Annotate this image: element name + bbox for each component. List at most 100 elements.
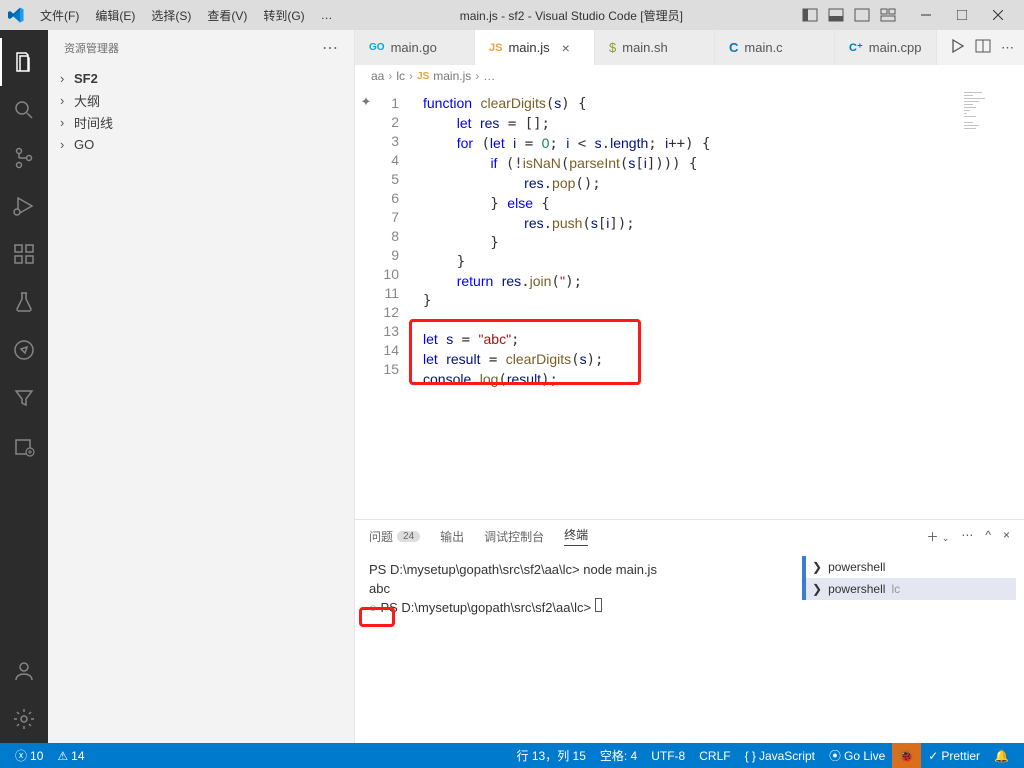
account-icon[interactable]	[0, 647, 48, 695]
breadcrumb-seg[interactable]: main.js	[433, 69, 471, 83]
go-file-icon: GO	[369, 42, 385, 53]
sidebar-title: 资源管理器	[64, 40, 119, 56]
terminal-session[interactable]: ❯ powershell lc	[802, 578, 1016, 600]
maximize-button[interactable]	[944, 1, 980, 29]
terminal[interactable]: PS D:\mysetup\gopath\src\sf2\aa\lc> node…	[355, 552, 794, 743]
status-warnings[interactable]: ⚠14	[50, 749, 91, 763]
menu-view[interactable]: 查看(V)	[199, 7, 255, 24]
tab-main-go[interactable]: GOmain.go	[355, 30, 475, 65]
tree-item-outline[interactable]: ›大纲	[48, 89, 354, 111]
powershell-icon: ❯	[812, 582, 822, 596]
extensions-icon[interactable]	[0, 230, 48, 278]
tab-main-js[interactable]: JSmain.js×	[475, 30, 595, 65]
compass-icon[interactable]	[0, 326, 48, 374]
chevron-right-icon: ›	[60, 71, 74, 86]
run-file-icon[interactable]	[949, 38, 965, 57]
panel-tab-output[interactable]: 输出	[440, 528, 464, 545]
code-content[interactable]: function clearDigits(s) { let res = []; …	[417, 87, 1024, 519]
menu-select[interactable]: 选择(S)	[143, 7, 199, 24]
editor-tabs: GOmain.go JSmain.js× $main.sh Cmain.c C⁺…	[355, 30, 1024, 65]
status-eol[interactable]: CRLF	[692, 743, 737, 768]
settings-gear-icon[interactable]	[0, 695, 48, 743]
code-editor[interactable]: ✦ 123456789101112131415 function clearDi…	[355, 87, 1024, 519]
terminal-session[interactable]: ❯ powershell	[802, 556, 1016, 578]
run-debug-icon[interactable]	[0, 182, 48, 230]
status-bell-icon[interactable]: 🔔	[987, 743, 1016, 768]
status-language[interactable]: { }JavaScript	[738, 743, 822, 768]
tab-main-cpp[interactable]: C⁺main.cpp	[835, 30, 937, 65]
new-terminal-icon[interactable]: ＋ ⌄	[926, 528, 949, 545]
layout-icons	[802, 7, 896, 23]
breadcrumb-seg[interactable]: lc	[396, 69, 405, 83]
status-prettier[interactable]: ✓Prettier	[921, 743, 987, 768]
source-control-icon[interactable]	[0, 134, 48, 182]
explorer-sidebar: 资源管理器 ⋯ ›SF2 ›大纲 ›时间线 ›GO	[48, 30, 355, 743]
c-file-icon: C	[729, 40, 738, 55]
bottom-panel: 问题24 输出 调试控制台 终端 ＋ ⌄ ⋯ ^ × PS D:\mysetup…	[355, 519, 1024, 743]
cpp-file-icon: C⁺	[849, 41, 863, 54]
panel-maximize-icon[interactable]: ^	[985, 528, 991, 545]
status-errors[interactable]: ⓧ10	[8, 747, 50, 764]
status-encoding[interactable]: UTF-8	[644, 743, 692, 768]
customize-layout-icon[interactable]	[880, 7, 896, 23]
tab-main-c[interactable]: Cmain.c	[715, 30, 835, 65]
sidebar-header: 资源管理器 ⋯	[48, 30, 354, 65]
status-cursor-pos[interactable]: 行 13，列 15	[510, 743, 593, 768]
broadcast-icon: ⦿	[829, 747, 841, 764]
menu-file[interactable]: 文件(F)	[32, 7, 87, 24]
powershell-icon: ❯	[812, 560, 822, 574]
menu-more[interactable]: …	[313, 8, 341, 22]
chevron-right-icon: ›	[60, 137, 74, 152]
toggle-panel-bottom-icon[interactable]	[828, 7, 844, 23]
explorer-icon[interactable]	[0, 38, 48, 86]
activity-bar	[0, 30, 48, 743]
tab-more-icon[interactable]: ⋯	[1001, 40, 1014, 56]
minimap[interactable]: ▬▬▬▬▬▬▬▬▬▬▬▬▬▬▬▬▬▬▬▬▬▬▬▬▬▬▬▬▬▬▬▬▬▬▬▬▬▬▬▬…	[964, 91, 1020, 155]
terminal-line: PS D:\mysetup\gopath\src\sf2\aa\lc> node…	[369, 560, 780, 579]
panel-close-icon[interactable]: ×	[1003, 528, 1010, 545]
status-golive[interactable]: ⦿Go Live	[822, 743, 892, 768]
tree-item-go[interactable]: ›GO	[48, 133, 354, 155]
tree-item-sf2[interactable]: ›SF2	[48, 67, 354, 89]
lightbulb-icon[interactable]: ✦	[361, 94, 372, 109]
tree-item-timeline[interactable]: ›时间线	[48, 111, 354, 133]
minimize-button[interactable]	[908, 1, 944, 29]
tab-main-sh[interactable]: $main.sh	[595, 30, 715, 65]
filter-icon[interactable]	[0, 374, 48, 422]
braces-icon: { }	[745, 749, 756, 763]
test-flask-icon[interactable]	[0, 278, 48, 326]
breadcrumb-seg[interactable]: …	[483, 69, 495, 83]
panel-more-icon[interactable]: ⋯	[961, 528, 973, 545]
panel-tab-debug[interactable]: 调试控制台	[484, 528, 544, 545]
split-editor-icon[interactable]	[975, 38, 991, 57]
export-icon[interactable]	[0, 422, 48, 470]
terminal-line: abc	[369, 579, 780, 598]
fold-gutter[interactable]: ✦	[355, 87, 377, 519]
vscode-logo	[8, 7, 24, 23]
menu-goto[interactable]: 转到(G)	[255, 7, 312, 24]
highlight-box-code	[409, 319, 641, 385]
js-file-icon: JS	[417, 71, 429, 82]
window-title: main.js - sf2 - Visual Studio Code [管理员]	[341, 7, 802, 24]
title-bar: 文件(F) 编辑(E) 选择(S) 查看(V) 转到(G) … main.js …	[0, 0, 1024, 30]
panel-tab-terminal[interactable]: 终端	[564, 526, 588, 546]
panel-tabs: 问题24 输出 调试控制台 终端 ＋ ⌄ ⋯ ^ ×	[355, 520, 1024, 552]
toggle-panel-left-icon[interactable]	[802, 7, 818, 23]
sidebar-more-icon[interactable]: ⋯	[322, 38, 338, 58]
menu-edit[interactable]: 编辑(E)	[87, 7, 143, 24]
session-color-bar	[802, 556, 806, 578]
breadcrumb-seg[interactable]: aa	[371, 69, 384, 83]
toggle-panel-right-icon[interactable]	[854, 7, 870, 23]
close-button[interactable]	[980, 1, 1016, 29]
editor-area: GOmain.go JSmain.js× $main.sh Cmain.c C⁺…	[355, 30, 1024, 743]
breadcrumb[interactable]: aa› lc› JS main.js› …	[355, 65, 1024, 87]
close-tab-icon[interactable]: ×	[562, 40, 570, 56]
highlight-box-output	[359, 607, 395, 627]
status-bar: ⓧ10 ⚠14 行 13，列 15 空格: 4 UTF-8 CRLF { }Ja…	[0, 743, 1024, 768]
panel-tab-problems[interactable]: 问题24	[369, 528, 420, 545]
explorer-tree: ›SF2 ›大纲 ›时间线 ›GO	[48, 65, 354, 157]
status-orange-badge[interactable]: 🐞	[892, 743, 921, 768]
chevron-right-icon: ›	[60, 93, 74, 108]
status-spaces[interactable]: 空格: 4	[593, 743, 644, 768]
search-icon[interactable]	[0, 86, 48, 134]
